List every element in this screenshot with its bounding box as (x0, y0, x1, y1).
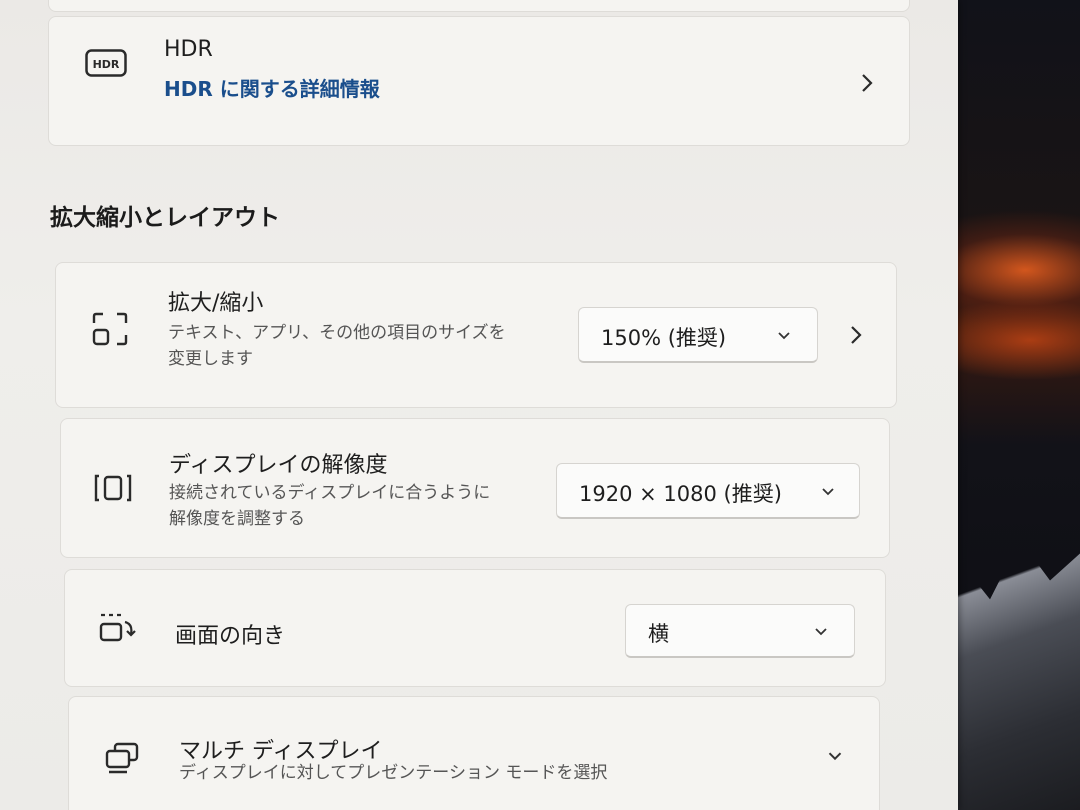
scale-icon (91, 311, 129, 351)
scale-detail-chevron-right-icon[interactable] (846, 323, 866, 347)
scale-description-line1: テキスト、アプリ、その他の項目のサイズを (168, 323, 506, 343)
orientation-icon (97, 612, 139, 648)
settings-window: HDR HDR HDR に関する詳細情報 拡大縮小とレイアウト 拡大/縮小 テキ… (0, 0, 958, 810)
chevron-down-icon (815, 628, 827, 636)
hdr-title: HDR (164, 37, 213, 62)
multi-display-card[interactable]: マルチ ディスプレイ ディスプレイに対してプレゼンテーション モードを選択 (68, 696, 880, 810)
resolution-description-line2: 解像度を調整する (169, 509, 305, 529)
hdr-icon: HDR (85, 49, 127, 81)
resolution-dropdown-value: 1920 × 1080 (推奨) (579, 482, 782, 506)
scale-dropdown[interactable]: 150% (推奨) (578, 307, 818, 363)
multi-display-description: ディスプレイに対してプレゼンテーション モードを選択 (179, 763, 608, 783)
scale-description-line2: 変更します (168, 349, 253, 369)
scale-card: 拡大/縮小 テキスト、アプリ、その他の項目のサイズを 変更します 150% (推… (55, 262, 897, 408)
chevron-right-icon (862, 74, 873, 92)
multi-display-icon (103, 741, 143, 779)
resolution-icon (93, 473, 133, 507)
hdr-card[interactable]: HDR HDR HDR に関する詳細情報 (48, 16, 910, 146)
chevron-down-icon (778, 332, 790, 340)
resolution-title: ディスプレイの解像度 (169, 453, 388, 478)
resolution-dropdown[interactable]: 1920 × 1080 (推奨) (556, 463, 860, 519)
scale-title: 拡大/縮小 (168, 291, 264, 316)
chevron-down-icon (822, 488, 834, 496)
resolution-card: ディスプレイの解像度 接続されているディスプレイに合うように 解像度を調整する … (60, 418, 890, 558)
scale-dropdown-value: 150% (推奨) (601, 326, 727, 350)
previous-card (48, 0, 910, 12)
orientation-dropdown[interactable]: 横 (625, 604, 855, 658)
hdr-info-link[interactable]: HDR に関する詳細情報 (164, 73, 380, 102)
orientation-title: 画面の向き (175, 624, 286, 649)
orientation-card: 画面の向き 横 (64, 569, 886, 687)
chevron-down-icon[interactable] (827, 751, 843, 762)
resolution-description-line1: 接続されているディスプレイに合うように (169, 483, 491, 503)
orientation-dropdown-value: 横 (648, 622, 669, 646)
hdr-icon-label: HDR (93, 58, 120, 71)
section-title: 拡大縮小とレイアウト (50, 205, 280, 231)
